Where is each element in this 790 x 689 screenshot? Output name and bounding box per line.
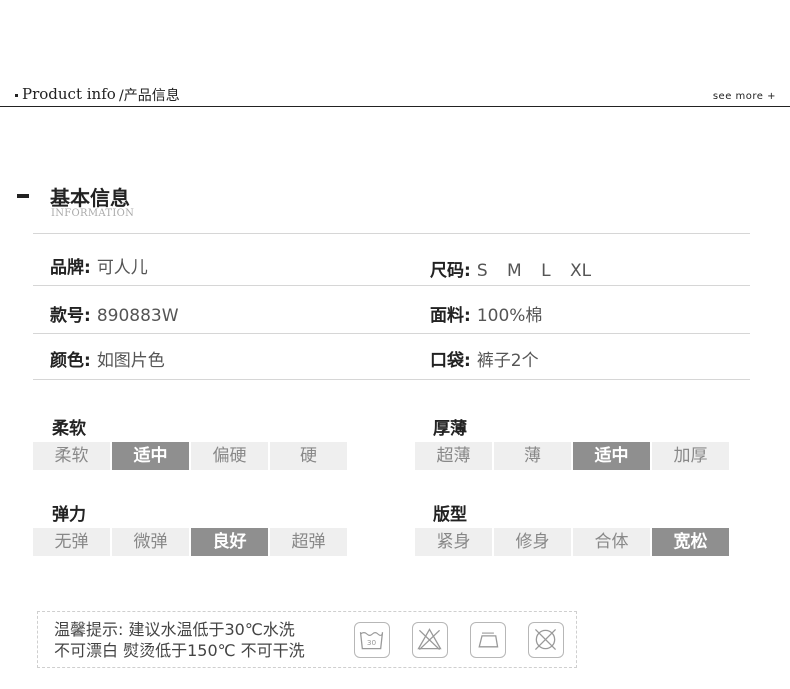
iron-icon: [470, 622, 506, 658]
softness-option: 偏硬: [191, 442, 268, 470]
care-line-1: 温馨提示: 建议水温低于30℃水洗: [54, 620, 295, 639]
pocket-row: 口袋: 裤子2个: [430, 346, 539, 371]
fit-option: 合体: [573, 528, 650, 556]
section-subtitle: INFORMATION: [51, 208, 135, 219]
header-title-en: Product info: [22, 85, 116, 103]
elasticity-option: 超弹: [270, 528, 347, 556]
care-line-2: 不可漂白 熨烫低于150℃ 不可干洗: [54, 641, 305, 660]
fabric-label: 面料:: [430, 306, 471, 326]
divider: [33, 379, 750, 380]
softness-option: 适中: [112, 442, 189, 470]
thickness-options: 超薄 薄 适中 加厚: [415, 442, 729, 470]
thickness-option: 适中: [573, 442, 650, 470]
size-label: 尺码:: [430, 261, 471, 281]
divider: [33, 233, 750, 234]
divider: [33, 285, 750, 286]
thickness-option: 薄: [494, 442, 571, 470]
wash-30-icon: 30: [354, 622, 390, 658]
brand-row: 品牌: 可人儿: [50, 253, 148, 278]
section-title: 基本信息: [50, 186, 130, 210]
wash-temp-label: 30: [367, 638, 377, 647]
fabric-row: 面料: 100%棉: [430, 301, 542, 326]
fit-options: 紧身 修身 合体 宽松: [415, 528, 729, 556]
see-more-link[interactable]: see more +: [713, 91, 776, 102]
elasticity-title: 弹力: [52, 505, 86, 525]
softness-title: 柔软: [52, 419, 86, 439]
fit-option: 宽松: [652, 528, 729, 556]
bullet-dot: [15, 94, 18, 97]
brand-value: 可人儿: [96, 258, 148, 278]
header-title-cn: /产品信息: [119, 88, 180, 104]
brand-label: 品牌:: [50, 258, 91, 278]
elasticity-option: 良好: [191, 528, 268, 556]
no-dry-clean-icon: [528, 622, 564, 658]
pocket-label: 口袋:: [430, 351, 471, 371]
no-bleach-icon: [412, 622, 448, 658]
softness-option: 柔软: [33, 442, 110, 470]
style-no-value: 890883W: [96, 306, 179, 326]
fabric-value: 100%棉: [476, 306, 543, 326]
size-value: S M L XL: [476, 261, 592, 281]
fit-option: 修身: [494, 528, 571, 556]
color-row: 颜色: 如图片色: [50, 346, 165, 371]
thickness-title: 厚薄: [433, 419, 467, 439]
color-value: 如图片色: [96, 351, 165, 371]
fit-option: 紧身: [415, 528, 492, 556]
thickness-option: 加厚: [652, 442, 729, 470]
pocket-value: 裤子2个: [476, 351, 539, 371]
product-info-header: Product info /产品信息 see more +: [0, 84, 790, 107]
elasticity-options: 无弹 微弹 良好 超弹: [33, 528, 347, 556]
elasticity-option: 微弹: [112, 528, 189, 556]
softness-option: 硬: [270, 442, 347, 470]
divider: [33, 333, 750, 334]
fit-title: 版型: [433, 505, 467, 525]
size-row: 尺码: S M L XL: [430, 256, 591, 281]
softness-options: 柔软 适中 偏硬 硬: [33, 442, 347, 470]
care-tips-box: 温馨提示: 建议水温低于30℃水洗 不可漂白 熨烫低于150℃ 不可干洗 30: [37, 611, 577, 668]
style-no-label: 款号:: [50, 306, 91, 326]
thickness-option: 超薄: [415, 442, 492, 470]
style-no-row: 款号: 890883W: [50, 301, 179, 326]
section-marker: [17, 194, 29, 198]
elasticity-option: 无弹: [33, 528, 110, 556]
care-tips-text: 温馨提示: 建议水温低于30℃水洗 不可漂白 熨烫低于150℃ 不可干洗: [54, 619, 305, 661]
color-label: 颜色:: [50, 351, 91, 371]
